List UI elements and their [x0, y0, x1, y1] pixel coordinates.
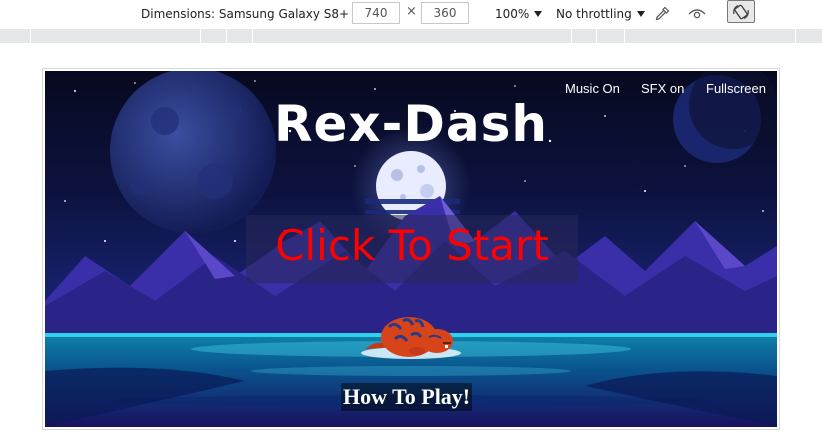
height-input[interactable]: 360: [421, 2, 469, 24]
device-select[interactable]: Dimensions: Samsung Galaxy S8+: [141, 0, 363, 27]
throttling-select[interactable]: No throttling: [556, 0, 645, 27]
game-canvas[interactable]: Music On SFX on Fullscreen Rex-Dash Clic…: [45, 71, 777, 427]
rotate-icon[interactable]: [727, 0, 755, 23]
how-to-play-button[interactable]: How To Play!: [341, 383, 473, 411]
music-toggle[interactable]: Music On: [565, 81, 620, 96]
eye-icon[interactable]: [688, 0, 706, 27]
game-title: Rex-Dash: [273, 95, 548, 153]
device-label: Dimensions: Samsung Galaxy S8+: [141, 6, 350, 21]
chevron-down-icon: [534, 10, 543, 17]
width-input[interactable]: 740: [352, 2, 400, 24]
rex-dinosaur-sprite: [361, 317, 461, 359]
device-toolbar: Dimensions: Samsung Galaxy S8+ 740 × 360…: [0, 0, 822, 27]
media-query-ruler: [0, 29, 822, 43]
zoom-label: 100%: [495, 6, 530, 21]
eyedropper-icon[interactable]: [654, 0, 670, 27]
chevron-down-icon: [636, 10, 645, 17]
zoom-select[interactable]: 100%: [495, 0, 543, 27]
times-separator: ×: [406, 4, 417, 19]
throttling-label: No throttling: [556, 6, 632, 21]
start-button[interactable]: Click To Start: [246, 221, 578, 270]
fullscreen-button[interactable]: Fullscreen: [706, 81, 766, 96]
sfx-toggle[interactable]: SFX on: [641, 81, 684, 96]
